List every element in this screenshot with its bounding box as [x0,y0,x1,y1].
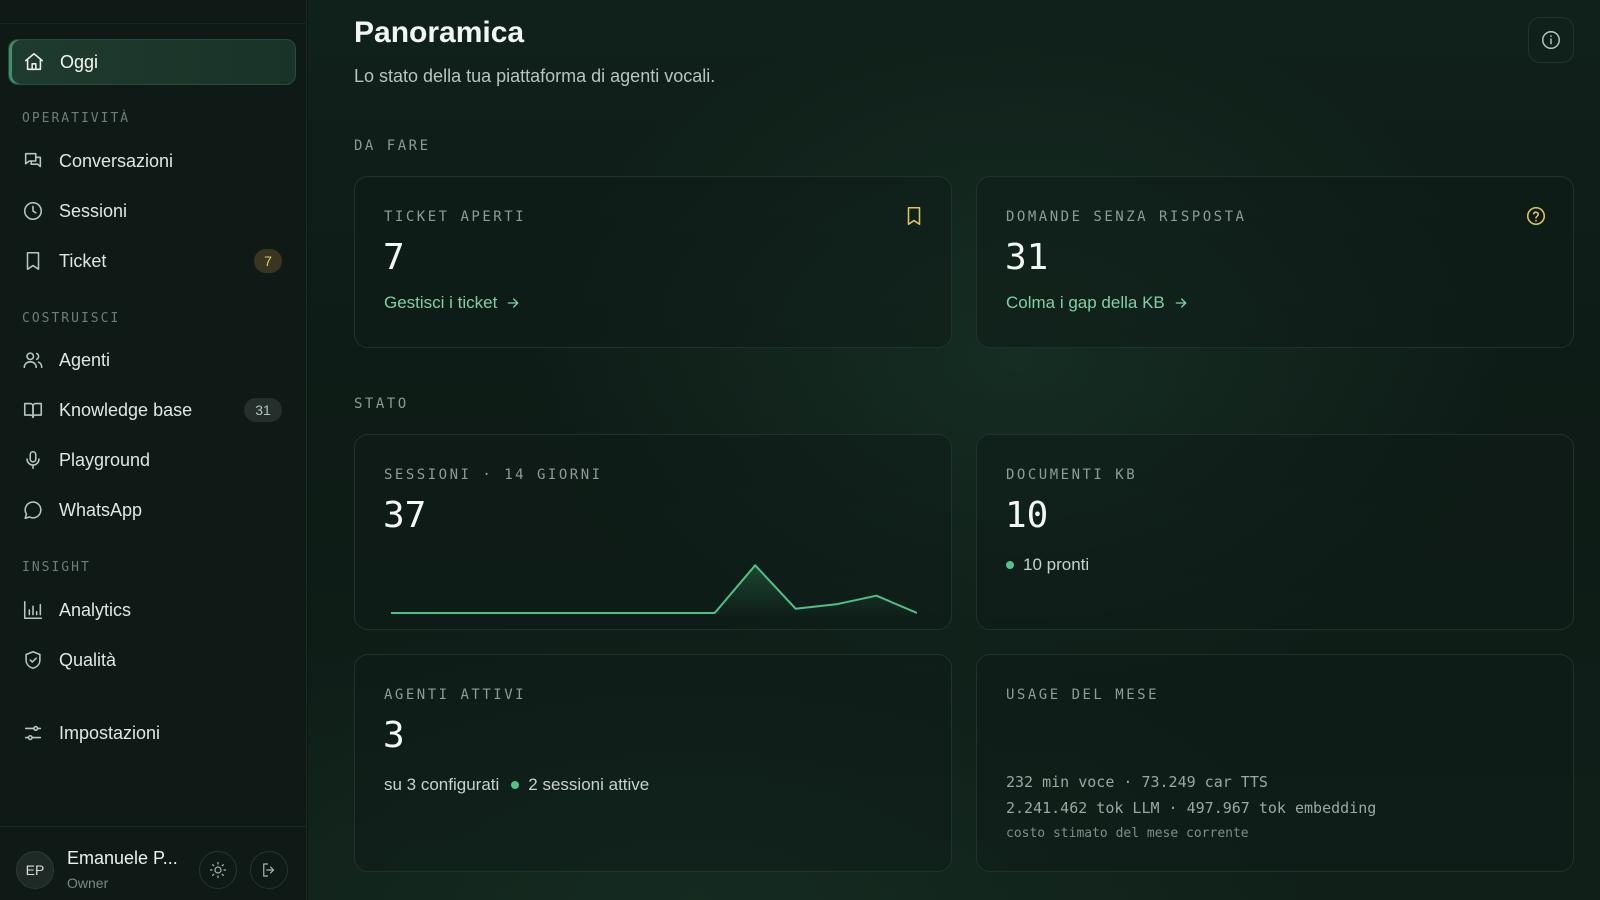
sidebar-item-label: WhatsApp [59,499,143,520]
status-dot [1006,561,1014,569]
sidebar-item-label: Sessioni [59,200,128,221]
kb-count-badge: 31 [244,398,282,422]
arrow-right-icon [1165,295,1189,311]
card-agenti-attivi: AGENTI ATTIVI 3 su 3 configurati 2 sessi… [354,654,952,872]
ticket-count-badge: 7 [254,249,282,273]
avatar[interactable]: EP [16,851,54,889]
agents-status: su 3 configurati 2 sessioni attive [384,775,649,795]
card-value: 3 [383,715,405,756]
group-label-todo: DA FARE [354,138,431,154]
card-usage-del-mese: USAGE DEL MESE 232 min voce · 73.249 car… [976,654,1574,872]
shield-check-icon [22,649,44,671]
page-subtitle: Lo stato della tua piattaforma di agenti… [354,66,716,86]
sidebar-item-sessioni[interactable]: Sessioni [8,188,296,234]
card-label: DOMANDE SENZA RISPOSTA [1006,209,1247,225]
sessions-sparkline [391,564,917,617]
usage-line-tokens: 2.241.462 tok LLM · 497.967 tok embeddin… [1006,799,1377,817]
book-icon [22,399,44,421]
status-text: 10 pronti [1023,555,1090,574]
bar-chart-icon [22,599,44,621]
sparkline-area [391,565,917,617]
card-sessioni-14-giorni: SESSIONI · 14 GIORNI 37 [354,434,952,630]
sidebar-item-analytics[interactable]: Analytics [8,587,296,633]
usage-line-voice: 232 min voce · 73.249 car TTS [1006,773,1268,791]
group-label-status: STATO [354,396,409,412]
sidebar-item-label: Agenti [59,349,111,370]
card-label: SESSIONI · 14 GIORNI [384,467,603,483]
manage-tickets-link[interactable]: Gestisci i ticket [384,293,521,313]
logout-button[interactable] [250,851,288,889]
link-label: Colma i gap della KB [1006,293,1165,312]
section-label-costruisci: COSTRUISCI [22,311,121,326]
card-domande-senza-risposta: DOMANDE SENZA RISPOSTA 31 Colma i gap de… [976,176,1574,348]
sun-icon [209,861,227,879]
message-circle-icon [22,499,44,521]
card-value: 31 [1005,237,1049,278]
user-block: EP Emanuele P... Owner [0,826,307,900]
card-label: DOCUMENTI KB [1006,467,1138,483]
card-ticket-aperti: TICKET APERTI 7 Gestisci i ticket [354,176,952,348]
bookmark-icon [903,205,925,227]
user-name: Emanuele P... [67,848,178,868]
clock-icon [22,200,44,222]
sidebar-item-label: Playground [59,449,151,470]
logout-icon [260,861,278,879]
card-value: 37 [383,495,427,536]
help-circle-icon [1525,205,1547,227]
sidebar-item-knowledge-base[interactable]: Knowledge base 31 [8,387,296,433]
card-documenti-kb: DOCUMENTI KB 10 10 pronti [976,434,1574,630]
link-label: Gestisci i ticket [384,293,498,312]
user-role: Owner [67,875,109,891]
sliders-icon [22,722,44,744]
sidebar-item-playground[interactable]: Playground [8,437,296,483]
sidebar-item-conversazioni[interactable]: Conversazioni [8,138,296,184]
sidebar-item-label: Qualità [59,649,117,670]
documents-ready-status: 10 pronti [1006,555,1089,575]
info-button[interactable] [1528,17,1574,63]
card-label: TICKET APERTI [384,209,527,225]
fill-kb-gaps-link[interactable]: Colma i gap della KB [1006,293,1189,313]
info-icon [1540,29,1562,51]
chat-icon [22,150,44,172]
sidebar-item-impostazioni[interactable]: Impostazioni [8,710,296,756]
bookmark-icon [22,250,44,272]
active-sessions-text: 2 sessioni attive [528,775,650,794]
configured-text: su 3 configurati [384,775,500,794]
card-label: USAGE DEL MESE [1006,687,1160,703]
sidebar-item-label: Knowledge base [59,399,193,420]
sidebar-item-label: Analytics [59,599,132,620]
arrow-right-icon [497,295,521,311]
sidebar-divider [0,23,307,24]
card-label: AGENTI ATTIVI [384,687,527,703]
sidebar-item-label: Oggi [60,51,99,72]
usage-note: costo stimato del mese corrente [1006,826,1249,841]
sidebar-item-label: Conversazioni [59,150,174,171]
sidebar: Oggi OPERATIVITÀ Conversazioni Sessioni … [0,0,307,900]
card-value: 7 [383,237,405,278]
section-label-insight: INSIGHT [22,560,91,575]
sidebar-item-label: Ticket [59,250,107,271]
card-value: 10 [1005,495,1049,536]
sidebar-item-label: Impostazioni [59,722,161,743]
sidebar-item-whatsapp[interactable]: WhatsApp [8,487,296,533]
sidebar-item-agenti[interactable]: Agenti [8,337,296,383]
sidebar-item-qualita[interactable]: Qualità [8,637,296,683]
page-title: Panoramica [354,16,525,49]
mic-icon [22,449,44,471]
users-icon [22,349,44,371]
sidebar-item-oggi[interactable]: Oggi [8,39,296,85]
theme-toggle-button[interactable] [199,851,237,889]
main-content: Panoramica Lo stato della tua piattaform… [308,0,1600,900]
sidebar-item-ticket[interactable]: Ticket 7 [8,238,296,284]
section-label-operativita: OPERATIVITÀ [22,111,131,126]
home-icon [23,51,45,73]
status-dot [511,781,520,789]
